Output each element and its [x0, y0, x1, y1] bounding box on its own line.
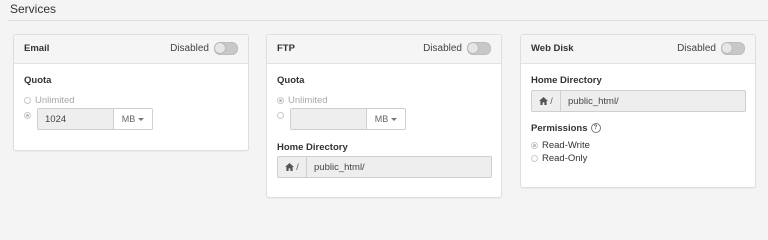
- ftp-unit-label: MB: [374, 114, 389, 124]
- email-unlimited-option[interactable]: Unlimited: [24, 95, 75, 106]
- webdisk-card-header: Web Disk Disabled: [521, 35, 755, 64]
- toggle-knob: [214, 42, 226, 54]
- webdisk-toggle-switch[interactable]: [721, 42, 745, 55]
- ftp-card-title: FTP: [277, 43, 295, 54]
- email-toggle-label: Disabled: [170, 43, 209, 54]
- webdisk-card-title: Web Disk: [531, 43, 574, 54]
- webdisk-toggle-label: Disabled: [677, 43, 716, 54]
- ftp-card: FTP Disabled Quota Unlimited MB Home Dir…: [266, 34, 502, 198]
- email-toggle-group: Disabled: [170, 42, 238, 55]
- webdisk-card: Web Disk Disabled Home Directory / publi…: [520, 34, 756, 188]
- webdisk-toggle-group: Disabled: [677, 42, 745, 55]
- email-unit-label: MB: [121, 114, 136, 124]
- webdisk-home-prefix: /: [532, 91, 561, 111]
- ftp-quota-input-group: MB: [290, 108, 406, 130]
- webdisk-path-prefix: /: [550, 96, 553, 106]
- home-icon: [539, 97, 549, 105]
- section-title: Services: [10, 2, 57, 16]
- ftp-toggle-switch[interactable]: [467, 42, 491, 55]
- email-quota-input-group: 1024 MB: [37, 108, 153, 130]
- email-custom-quota-radio[interactable]: [24, 112, 31, 119]
- email-card-title: Email: [24, 43, 50, 54]
- webdisk-home-directory-input-group: / public_html/: [531, 90, 746, 112]
- ftp-quota-input[interactable]: [291, 109, 367, 129]
- ftp-home-directory-input[interactable]: public_html/: [307, 157, 365, 177]
- caret-down-icon: [391, 117, 398, 121]
- ftp-card-header: FTP Disabled: [267, 35, 501, 64]
- home-icon: [285, 163, 295, 171]
- ftp-quota-label: Quota: [277, 75, 305, 86]
- email-unlimited-radio[interactable]: [24, 97, 31, 104]
- ftp-toggle-group: Disabled: [423, 42, 491, 55]
- toggle-knob: [467, 42, 479, 54]
- ftp-home-directory-input-group: / public_html/: [277, 156, 492, 178]
- email-unlimited-label: Unlimited: [35, 95, 75, 106]
- question-circle-icon[interactable]: ?: [590, 123, 601, 134]
- email-quota-input[interactable]: 1024: [38, 109, 114, 129]
- ftp-custom-quota-radio[interactable]: [277, 112, 284, 119]
- toggle-knob: [721, 42, 733, 54]
- webdisk-permissions-label: Permissions: [531, 123, 588, 134]
- webdisk-read-only-option[interactable]: Read-Only: [531, 153, 587, 164]
- ftp-unlimited-option[interactable]: Unlimited: [277, 95, 328, 106]
- webdisk-permissions-heading: Permissions?: [531, 123, 601, 134]
- webdisk-home-directory-input[interactable]: public_html/: [561, 91, 619, 111]
- webdisk-read-write-option[interactable]: Read-Write: [531, 140, 590, 151]
- webdisk-home-directory-label: Home Directory: [531, 75, 602, 86]
- email-quota-unit-select[interactable]: MB: [114, 109, 152, 129]
- webdisk-read-write-label: Read-Write: [542, 140, 590, 151]
- ftp-unlimited-label: Unlimited: [288, 95, 328, 106]
- email-card: Email Disabled Quota Unlimited 1024 MB: [13, 34, 249, 151]
- email-card-header: Email Disabled: [14, 35, 248, 64]
- caret-down-icon: [138, 117, 145, 121]
- ftp-quota-unit-select[interactable]: MB: [367, 109, 405, 129]
- ftp-toggle-label: Disabled: [423, 43, 462, 54]
- ftp-unlimited-radio[interactable]: [277, 97, 284, 104]
- webdisk-read-write-radio[interactable]: [531, 142, 538, 149]
- webdisk-read-only-radio[interactable]: [531, 155, 538, 162]
- ftp-home-prefix: /: [278, 157, 307, 177]
- ftp-home-directory-label: Home Directory: [277, 142, 348, 153]
- email-quota-label: Quota: [24, 75, 52, 86]
- email-toggle-switch[interactable]: [214, 42, 238, 55]
- ftp-path-prefix: /: [296, 162, 299, 172]
- section-divider: [8, 20, 768, 21]
- webdisk-read-only-label: Read-Only: [542, 153, 588, 164]
